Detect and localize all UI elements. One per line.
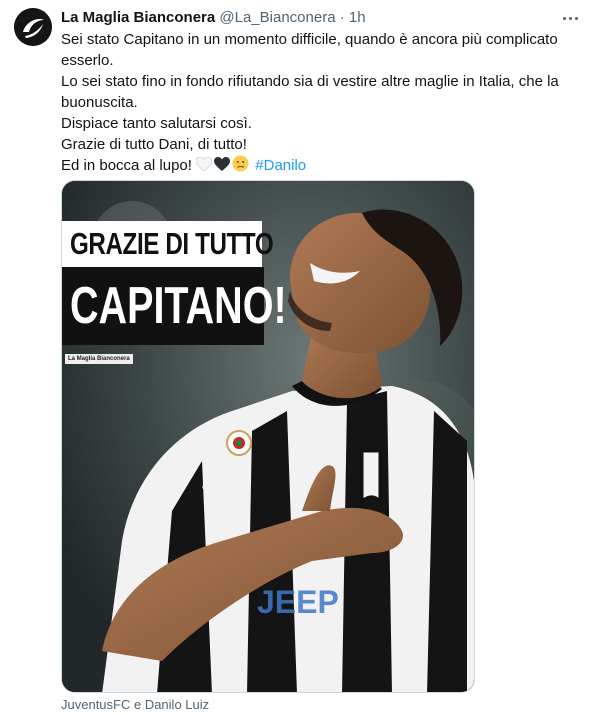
hashtag-link[interactable]: #Danilo (255, 157, 306, 174)
kit-brand-text: adidas (202, 478, 240, 492)
more-dot-icon (574, 16, 578, 20)
white-heart-icon (195, 156, 213, 178)
logo-icon (14, 8, 52, 46)
headline-banner-top: GRAZIE DI TUTTO (62, 221, 274, 267)
headline-line-1: GRAZIE DI TUTTO (70, 226, 274, 261)
headline-banner-bottom: CAPITANO! (62, 267, 287, 345)
tweet-media-image[interactable]: adidas JEEP GRAZIE DI TUTTO CAPITANO! La… (61, 180, 475, 693)
author-handle[interactable]: @La_Bianconera (219, 9, 335, 26)
tweet-timestamp[interactable]: 1h (349, 9, 366, 26)
more-dot-icon (562, 16, 566, 20)
header-separator: · (339, 9, 345, 26)
author-display-name[interactable]: La Maglia Bianconera (61, 9, 215, 26)
tweet-line-text: Ed in bocca al lupo! (61, 157, 197, 174)
tweet-line: Dispiace tanto salutarsi così. (61, 115, 252, 132)
tweet-header: La Maglia Bianconera @La_Bianconera · 1h (61, 9, 366, 27)
more-options-button[interactable] (558, 8, 582, 28)
sponsor-text: JEEP (257, 584, 339, 620)
tweet-line: Lo sei stato fino in fondo rifiutando si… (61, 73, 559, 111)
more-dot-icon (568, 16, 572, 20)
tweet-text: Sei stato Capitano in un momento diffici… (61, 29, 581, 178)
tweet-line: Grazie di tutto Dani, di tutto! (61, 136, 247, 153)
headline-line-2: CAPITANO! (70, 277, 287, 335)
crying-face-icon (232, 155, 249, 178)
author-avatar[interactable] (14, 8, 52, 46)
tweet-card[interactable]: La Maglia Bianconera @La_Bianconera · 1h… (0, 0, 591, 715)
black-heart-icon (214, 157, 231, 178)
tweet-line: Sei stato Capitano in un momento diffici… (61, 31, 558, 69)
tweet-line-last: Ed in bocca al lupo! #Danilo (61, 155, 581, 178)
image-watermark: La Maglia Bianconera (65, 354, 133, 364)
tagged-users-link[interactable]: JuventusFC e Danilo Luiz (61, 697, 209, 712)
